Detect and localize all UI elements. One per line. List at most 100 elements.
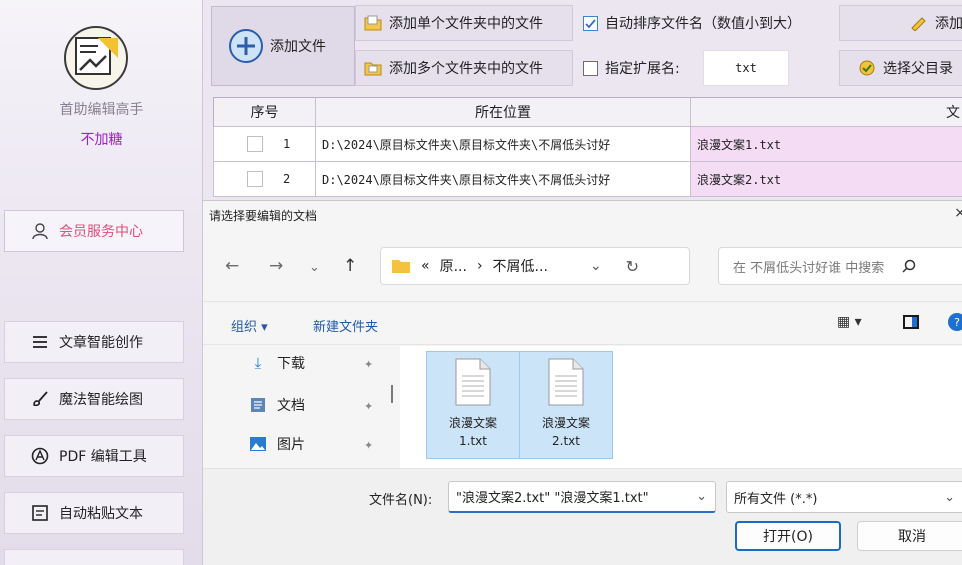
sidebar-item-more[interactable]	[4, 549, 184, 565]
pin-icon[interactable]: ✦	[364, 358, 373, 371]
preview-pane-icon[interactable]	[903, 315, 919, 329]
open-button[interactable]: 打开(O)	[735, 521, 841, 551]
download-icon: ⤓	[254, 354, 262, 372]
file-table: 序号 所在位置 文 1 D:\2024\原目标文件夹\原目标文件夹\不屑低头讨好…	[203, 93, 962, 200]
refresh-icon[interactable]: ↻	[626, 257, 639, 276]
navigation-pane: ⤓ 下载 ✦ 文档 ✦ 图片 ✦	[203, 346, 400, 468]
row-checkbox[interactable]	[247, 171, 263, 187]
breadcrumb-segment-2[interactable]: 不屑低...	[493, 256, 548, 276]
nav-item-documents[interactable]: 文档	[249, 395, 305, 415]
file-item[interactable]: 浪漫文案 2.txt	[519, 351, 613, 459]
member-center-button[interactable]: 会员服务中心	[4, 210, 184, 252]
breadcrumb-prefix: «	[421, 258, 430, 274]
specify-ext-checkbox[interactable]: 指定扩展名:	[575, 50, 680, 86]
filetype-value: 所有文件 (*.*)	[734, 491, 818, 507]
sidebar-item-label: PDF 编辑工具	[59, 449, 147, 465]
add-more-button[interactable]: 添加多	[839, 5, 962, 41]
sidebar-item-label: 自动粘贴文本	[59, 506, 143, 522]
check-shield-icon	[859, 60, 875, 76]
auto-sort-label: 自动排序文件名（数值小到大）	[605, 16, 801, 32]
sidebar-item-pdf[interactable]: PDF 编辑工具	[4, 435, 184, 477]
sidebar-item-article[interactable]: 文章智能创作	[4, 321, 184, 363]
dialog-title: 请选择要编辑的文档	[209, 209, 318, 223]
search-input[interactable]: 在 不屑低头讨好谁 中搜索	[718, 247, 962, 285]
close-icon[interactable]: ×	[954, 205, 962, 221]
nav-item-downloads[interactable]: ⤓ 下载	[249, 353, 305, 373]
up-arrow-icon[interactable]: ↑	[343, 256, 357, 276]
filetype-select[interactable]: 所有文件 (*.*) ⌄	[726, 481, 962, 513]
pdf-icon	[31, 447, 49, 465]
plus-circle-icon	[229, 29, 263, 63]
address-bar[interactable]: « 原... › 不屑低... ⌄ ↻	[380, 247, 690, 285]
checkbox-unchecked[interactable]	[583, 60, 598, 76]
folders-icon	[364, 62, 382, 76]
add-single-folder-button[interactable]: 添加单个文件夹中的文件	[355, 5, 573, 41]
chevron-down-icon[interactable]: ⌄	[944, 490, 955, 505]
filename-label: 文件名(N):	[369, 493, 433, 508]
user-icon	[32, 223, 48, 240]
choose-parent-label: 选择父目录	[883, 61, 953, 77]
sidebar: 首助编辑高手 不加糖 会员服务中心 文章智能创作 魔法智能绘图 PDF 编辑工具	[0, 0, 203, 565]
pin-icon[interactable]: ✦	[364, 400, 373, 413]
toolbar: 添加文件 添加单个文件夹中的文件 添加多个文件夹中的文件 自动排序文件名（数值小…	[203, 0, 962, 93]
choose-parent-button[interactable]: 选择父目录	[839, 50, 962, 86]
table-row-index[interactable]: 1	[213, 127, 316, 162]
new-folder-button[interactable]: 新建文件夹	[313, 316, 378, 335]
chevron-down-icon[interactable]: ⌄	[696, 489, 707, 504]
breadcrumb-separator: ›	[476, 258, 483, 274]
recent-chevron-icon[interactable]: ⌄	[309, 260, 320, 275]
nav-item-label: 下载	[277, 356, 305, 372]
list-icon	[33, 336, 47, 348]
nav-item-pictures[interactable]: 图片	[249, 434, 305, 454]
pin-icon[interactable]: ✦	[364, 439, 373, 452]
extension-input[interactable]: txt	[703, 50, 789, 86]
sidebar-item-label: 魔法智能绘图	[59, 392, 143, 408]
file-list-pane: 浪漫文案 1.txt 浪漫文案 2.txt	[400, 346, 962, 468]
table-cell-file: 浪漫文案1.txt	[691, 127, 962, 162]
help-icon[interactable]: ?	[948, 313, 962, 331]
nav-item-label: 图片	[277, 437, 305, 453]
header-file: 文	[691, 97, 962, 127]
text-file-icon	[548, 358, 584, 406]
app-subtitle: 不加糖	[80, 132, 123, 148]
splitter[interactable]	[391, 385, 393, 403]
text-file-icon	[455, 358, 491, 406]
add-more-label: 添加多	[935, 16, 962, 32]
forward-arrow-icon[interactable]: →	[269, 256, 283, 276]
add-file-button[interactable]: 添加文件	[211, 6, 355, 86]
row-checkbox[interactable]	[247, 136, 263, 152]
sidebar-item-paste[interactable]: 自动粘贴文本	[4, 492, 184, 534]
table-cell-file: 浪漫文案2.txt	[691, 162, 962, 197]
organize-menu[interactable]: 组织 ▾	[231, 316, 268, 335]
folder-icon	[392, 260, 410, 273]
file-name-line-1: 浪漫文案	[448, 416, 497, 430]
add-multi-folders-button[interactable]: 添加多个文件夹中的文件	[355, 50, 573, 86]
auto-sort-checkbox[interactable]: 自动排序文件名（数值小到大）	[575, 5, 801, 41]
search-icon	[902, 259, 916, 273]
nav-item-label: 文档	[277, 398, 305, 414]
file-name-line-2: 2.txt	[552, 434, 580, 448]
search-placeholder: 在 不屑低头讨好谁 中搜索	[733, 260, 885, 276]
add-multi-folders-label: 添加多个文件夹中的文件	[389, 61, 543, 77]
chevron-down-icon[interactable]: ⌄	[590, 258, 602, 274]
file-item[interactable]: 浪漫文案 1.txt	[426, 351, 520, 459]
filename-input[interactable]: "浪漫文案2.txt" "浪漫文案1.txt" ⌄	[448, 481, 716, 513]
brush-icon	[33, 391, 48, 407]
back-arrow-icon[interactable]: ←	[225, 256, 239, 276]
checkbox-checked[interactable]	[583, 15, 598, 31]
pencil-icon	[911, 17, 926, 31]
add-file-label: 添加文件	[270, 39, 326, 55]
add-single-folder-label: 添加单个文件夹中的文件	[389, 16, 543, 32]
table-row-index[interactable]: 2	[213, 162, 316, 197]
file-open-dialog: 请选择要编辑的文档 × ← → ⌄ ↑ « 原... › 不屑低... ⌄ ↻ …	[203, 200, 962, 565]
breadcrumb-segment-1[interactable]: 原...	[440, 256, 467, 276]
view-grid-icon[interactable]: ▦ ▾	[837, 314, 862, 330]
sidebar-item-drawing[interactable]: 魔法智能绘图	[4, 378, 184, 420]
header-index: 序号	[213, 97, 316, 127]
cancel-button[interactable]: 取消	[857, 521, 962, 551]
command-bar: 组织 ▾ 新建文件夹 ▦ ▾ ?	[203, 301, 962, 345]
folder-icon	[364, 15, 382, 31]
filename-value: "浪漫文案2.txt" "浪漫文案1.txt"	[456, 491, 649, 506]
table-cell-location: D:\2024\原目标文件夹\原目标文件夹\不屑低头讨好	[316, 127, 691, 162]
picture-icon	[250, 437, 266, 451]
